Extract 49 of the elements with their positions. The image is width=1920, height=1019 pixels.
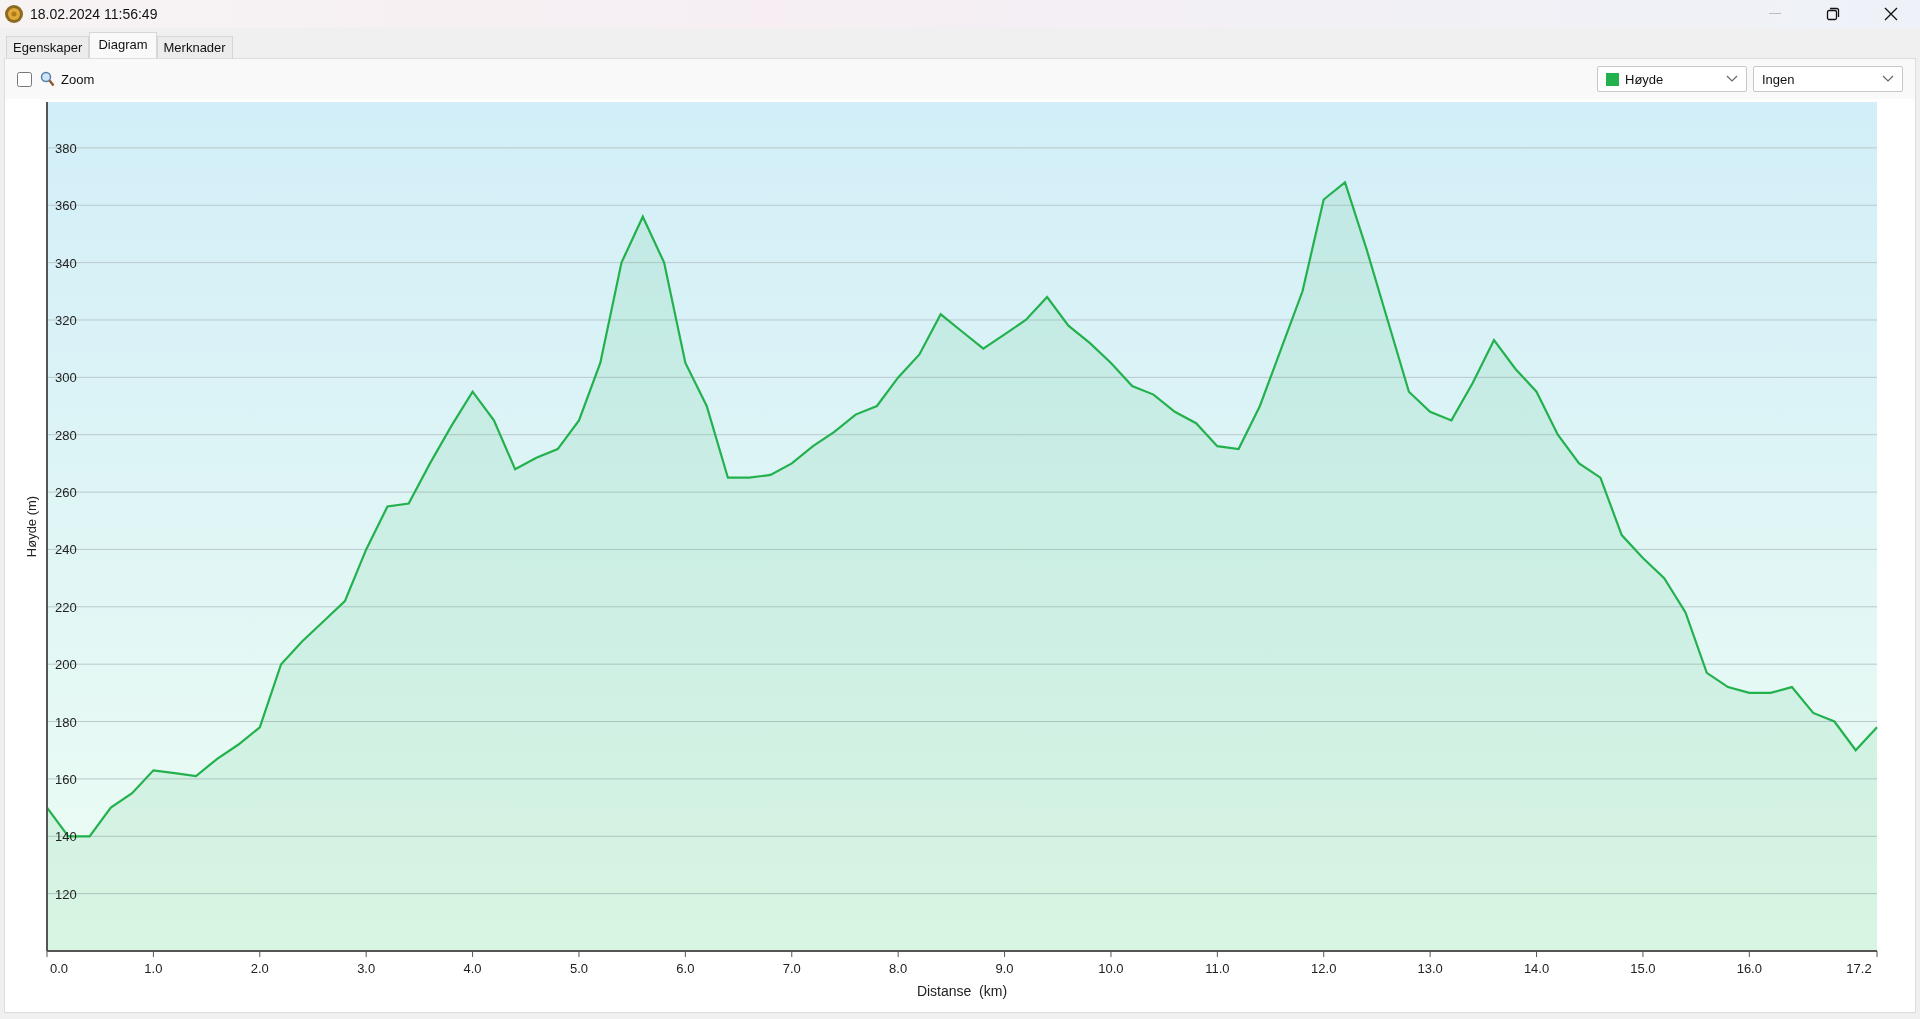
x-tick-label: 9.0	[995, 961, 1014, 976]
tab[interactable]: Egenskaper	[6, 36, 90, 58]
x-tick-label: 15.0	[1630, 961, 1656, 976]
series-dropdown[interactable]: Høyde	[1597, 66, 1747, 92]
chevron-down-icon	[1726, 75, 1738, 83]
restore-icon	[1826, 7, 1840, 21]
zoom-checkbox[interactable]	[17, 71, 32, 87]
zoom-label: Zoom	[61, 71, 95, 87]
x-tick-label: 1.0	[144, 961, 163, 976]
x-tick-label: 16.0	[1736, 961, 1762, 976]
tab[interactable]: Merknader	[156, 36, 233, 58]
x-tick-label: 3.0	[357, 961, 376, 976]
y-tick-label: 300	[55, 370, 77, 386]
x-tick-label: 5.0	[569, 961, 588, 976]
x-tick-label: 10.0	[1098, 961, 1124, 976]
x-tick-label: 14.0	[1523, 961, 1550, 976]
x-tick-label: 13.0	[1417, 961, 1443, 976]
y-tick-label: 320	[55, 313, 77, 328]
y-tick-label: 160	[55, 771, 77, 787]
minimize-icon	[1769, 13, 1781, 15]
x-tick-label: 11.0	[1205, 961, 1230, 976]
y-tick-label: 240	[55, 542, 77, 558]
series-dropdown[interactable]: Ingen	[1753, 66, 1903, 92]
x-axis-title: Distanse (km)	[916, 983, 1008, 999]
y-axis-title: Høyde (m)	[24, 495, 39, 558]
close-icon	[1884, 7, 1898, 21]
x-tick-label: 4.0	[463, 961, 482, 976]
y-tick-label: 360	[55, 198, 77, 214]
y-tick-label: 120	[55, 886, 77, 902]
y-tick-label: 280	[55, 427, 77, 443]
chevron-down-icon	[1882, 75, 1894, 83]
x-tick-label: 7.0	[782, 961, 801, 976]
y-tick-label: 200	[55, 657, 77, 673]
x-tick-label: 0.0	[49, 961, 69, 976]
app-icon	[4, 4, 24, 24]
y-tick-label: 220	[55, 599, 77, 615]
y-tick-label: 260	[55, 485, 77, 501]
magnifier-icon	[40, 71, 55, 87]
x-tick-label: 12.0	[1311, 961, 1337, 976]
x-tick-label: 17.2	[1846, 961, 1872, 976]
window-title: 18.02.2024 11:56:49	[30, 6, 159, 22]
y-tick-label: 380	[55, 140, 77, 156]
x-tick-label: 2.0	[250, 961, 269, 976]
y-tick-label: 340	[55, 255, 77, 271]
tab[interactable]: Diagram	[89, 32, 157, 59]
y-tick-label: 180	[55, 714, 77, 730]
x-tick-label: 6.0	[676, 961, 695, 976]
x-tick-label: 8.0	[889, 961, 908, 976]
y-tick-label: 140	[55, 829, 77, 845]
